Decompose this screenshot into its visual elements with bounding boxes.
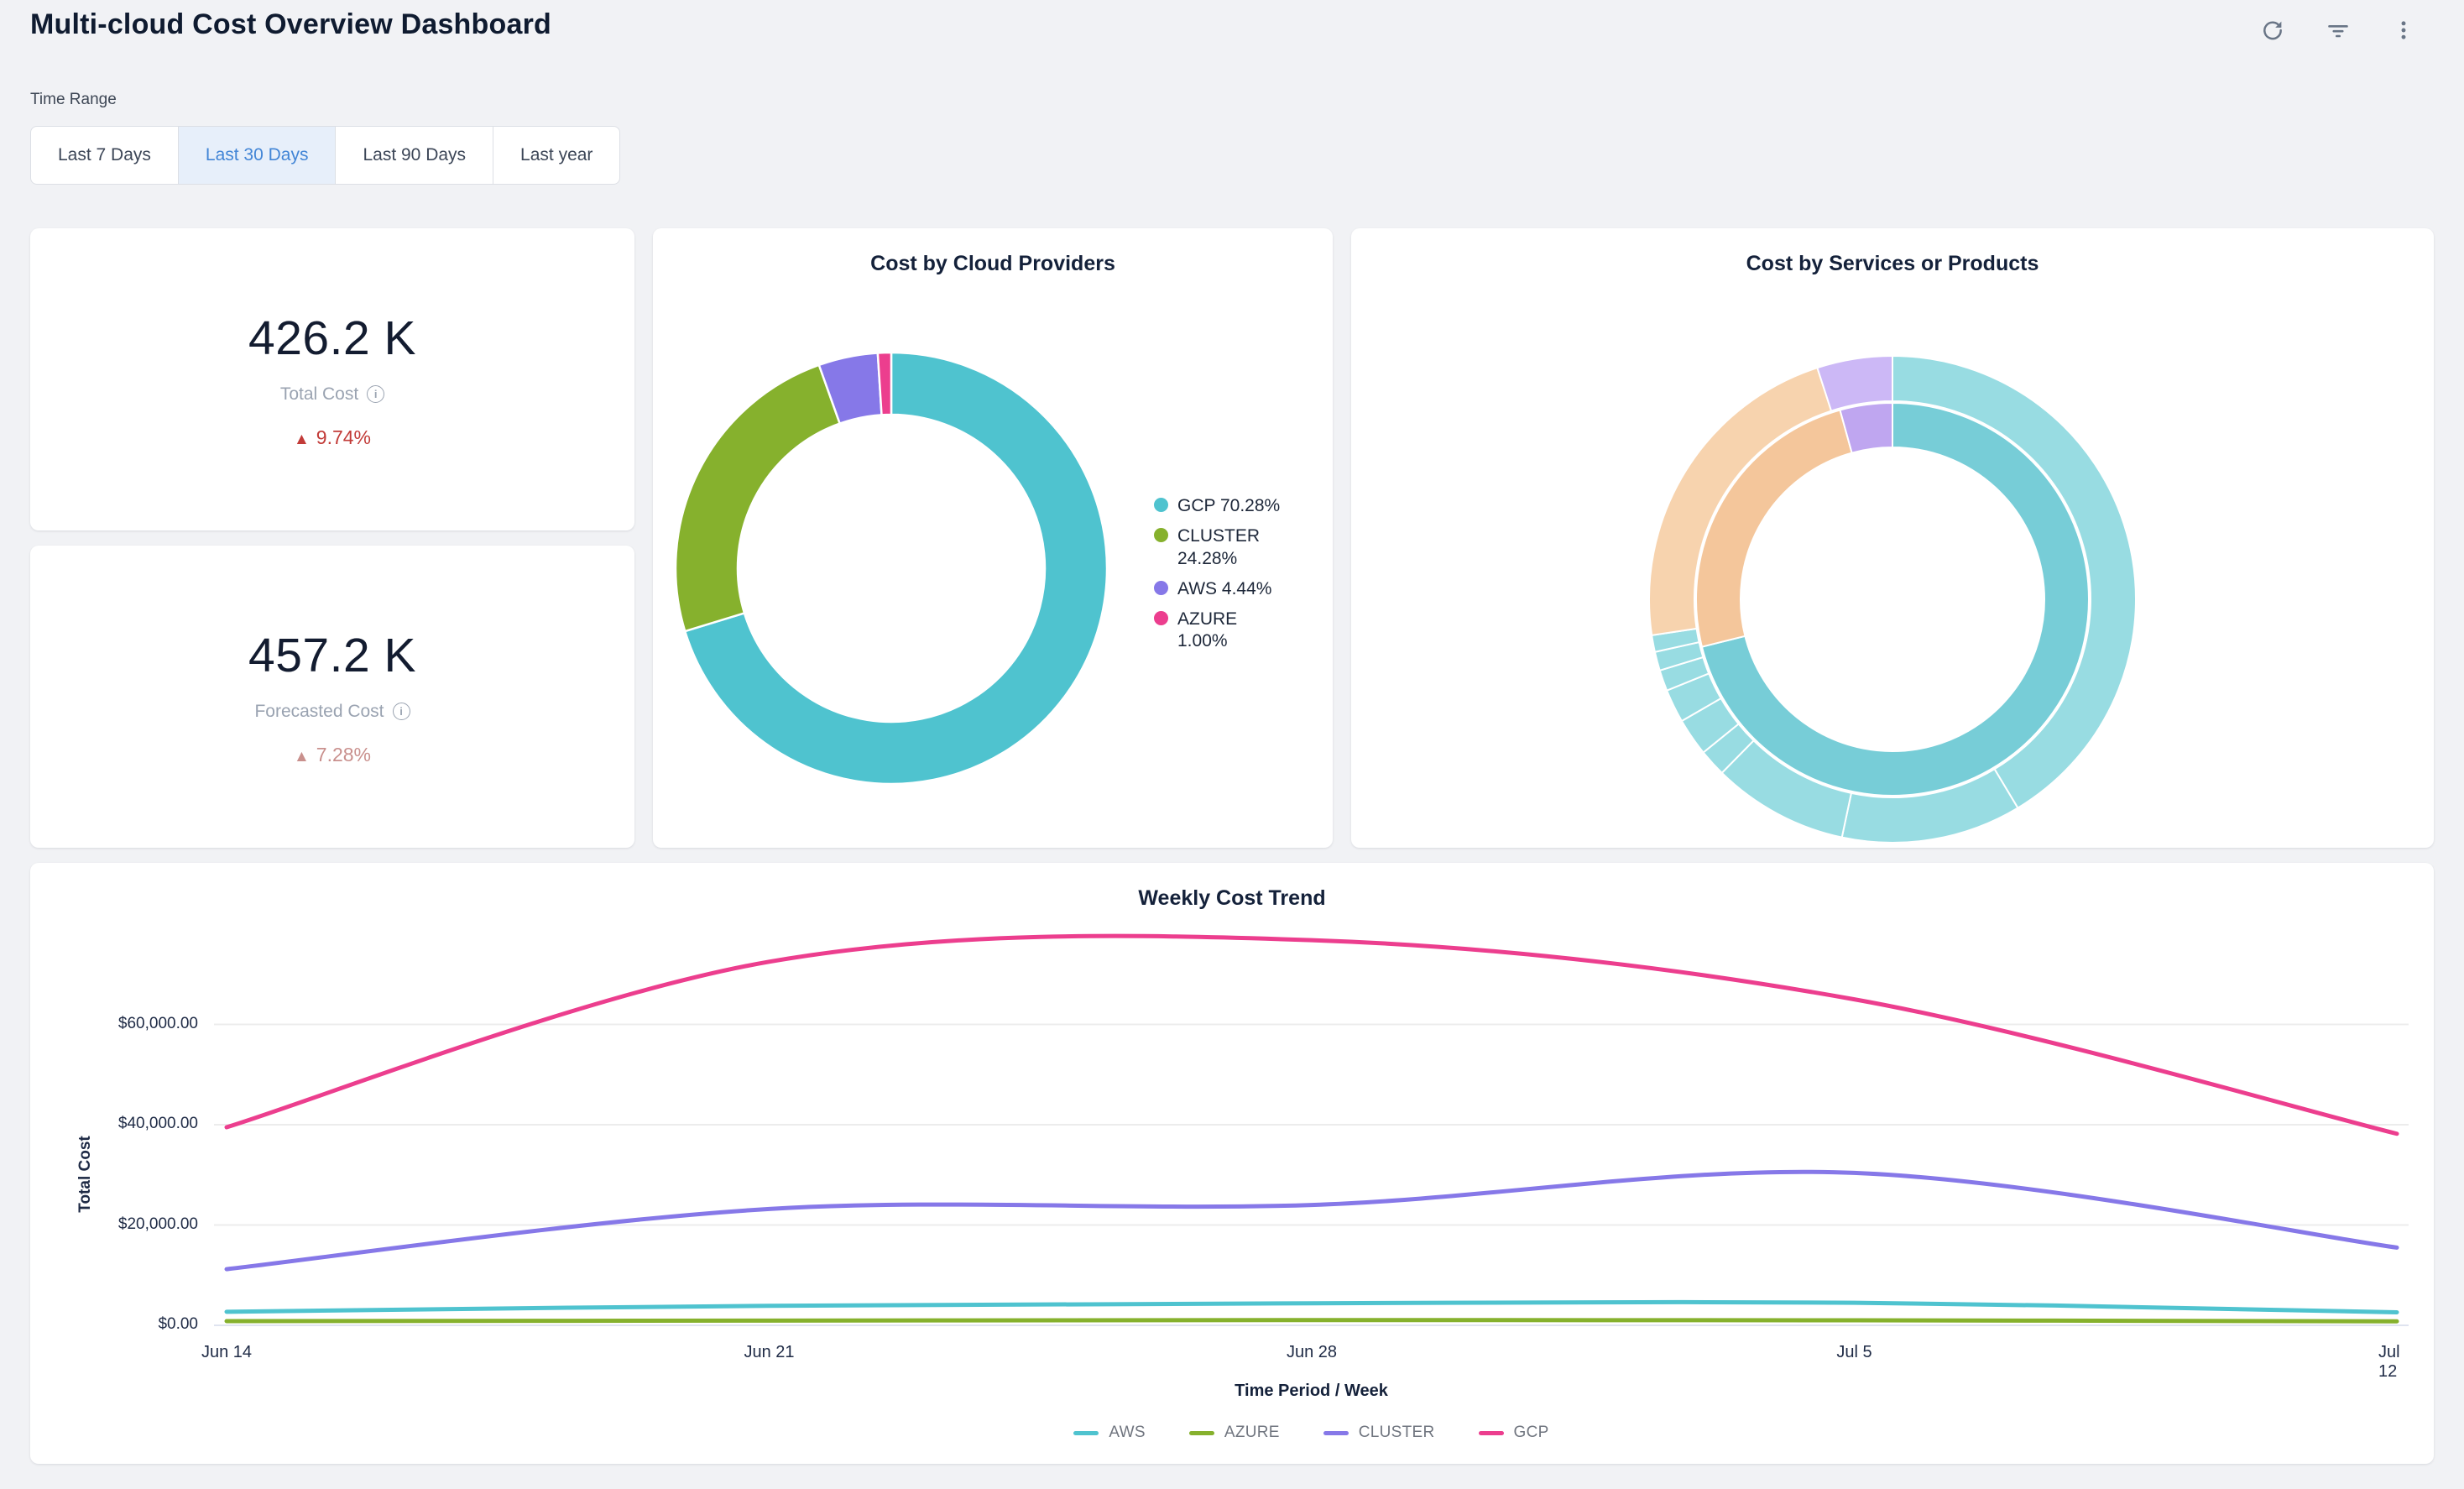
up-triangle-icon: ▲ <box>294 748 310 765</box>
info-icon[interactable]: i <box>367 385 384 403</box>
total-cost-delta-value: 9.74% <box>316 426 371 448</box>
x-tick-label: Jun 28 <box>1287 1343 1337 1362</box>
forecasted-cost-delta-value: 7.28% <box>316 744 371 765</box>
legend-label: AZURE <box>1224 1424 1280 1442</box>
trend-line-aws[interactable] <box>227 1302 2397 1312</box>
legend-dot-icon <box>1154 498 1168 512</box>
providers-donut-chart[interactable] <box>665 342 1118 799</box>
trend-plot-area[interactable] <box>214 925 2409 1345</box>
y-tick-label: $60,000.00 <box>30 1015 198 1033</box>
cost-by-providers-card: Cost by Cloud Providers GCP 70.28% CLUSTE… <box>653 228 1333 848</box>
legend-dot-icon <box>1154 528 1168 542</box>
trend-legend-item-azure[interactable]: AZURE <box>1189 1424 1280 1442</box>
time-range-button-last-year[interactable]: Last year <box>493 126 620 185</box>
donut-slice-cluster[interactable] <box>676 365 840 631</box>
forecasted-cost-label-row: Forecasted Cost i <box>254 702 410 722</box>
services-chart-title: Cost by Services or Products <box>1351 228 2434 276</box>
legend-line-icon <box>1189 1431 1214 1435</box>
kebab-menu-icon[interactable] <box>2392 18 2415 42</box>
legend-label: AWS <box>1109 1424 1145 1442</box>
cost-by-services-card: Cost by Services or Products <box>1351 228 2434 848</box>
time-range-button-last-7-days[interactable]: Last 7 Days <box>30 126 179 185</box>
legend-label: AZURE 1.00% <box>1177 609 1287 654</box>
dashboard-page: Multi-cloud Cost Overview Dashboard <box>0 0 2464 1489</box>
total-cost-card: 426.2 K Total Cost i ▲ 9.74% <box>30 228 634 530</box>
filter-icon[interactable] <box>2326 18 2350 42</box>
forecasted-cost-value: 457.2 K <box>248 628 416 683</box>
legend-item-gcp[interactable]: GCP 70.28% <box>1154 495 1287 518</box>
y-tick-label: $0.00 <box>30 1315 198 1334</box>
forecasted-cost-delta: ▲ 7.28% <box>294 744 371 766</box>
header: Multi-cloud Cost Overview Dashboard <box>30 0 2434 44</box>
time-range-label: Time Range <box>30 91 2434 109</box>
x-tick-label: Jun 21 <box>744 1343 794 1362</box>
total-cost-label: Total Cost <box>280 384 358 405</box>
y-tick-label: $40,000.00 <box>30 1115 198 1133</box>
legend-item-azure[interactable]: AZURE 1.00% <box>1154 609 1287 654</box>
total-cost-delta: ▲ 9.74% <box>294 426 371 449</box>
trend-line-azure[interactable] <box>227 1320 2397 1322</box>
trend-chart-title: Weekly Cost Trend <box>30 863 2434 911</box>
x-tick-label: Jul 5 <box>1836 1343 1871 1362</box>
legend-line-icon <box>1479 1431 1504 1435</box>
x-tick-label: Jul 12 <box>2378 1343 2415 1382</box>
weekly-trend-card: Weekly Cost Trend Total Cost $0.00$20,00… <box>30 863 2434 1464</box>
legend-label: GCP 70.28% <box>1177 495 1280 518</box>
legend-line-icon <box>1073 1431 1099 1435</box>
time-range-button-group: Last 7 DaysLast 30 DaysLast 90 DaysLast … <box>30 126 620 185</box>
legend-label: CLUSTER <box>1359 1424 1435 1442</box>
x-axis-title: Time Period / Week <box>214 1382 2409 1401</box>
trend-legend-item-cluster[interactable]: CLUSTER <box>1323 1424 1435 1442</box>
refresh-icon[interactable] <box>2261 18 2284 42</box>
legend-label: CLUSTER 24.28% <box>1177 525 1287 571</box>
trend-legend: AWS AZURE CLUSTER GCP <box>214 1424 2409 1442</box>
forecasted-cost-card: 457.2 K Forecasted Cost i ▲ 7.28% <box>30 546 634 848</box>
up-triangle-icon: ▲ <box>294 431 310 448</box>
x-tick-label: Jun 14 <box>201 1343 252 1362</box>
header-toolbar <box>2261 18 2415 42</box>
forecasted-cost-label: Forecasted Cost <box>254 702 384 722</box>
services-sunburst-chart[interactable] <box>1641 347 2144 855</box>
legend-item-cluster[interactable]: CLUSTER 24.28% <box>1154 525 1287 571</box>
total-cost-label-row: Total Cost i <box>280 384 384 405</box>
providers-legend: GCP 70.28% CLUSTER 24.28% AWS 4.44% AZURE 1… <box>1154 495 1287 661</box>
total-cost-value: 426.2 K <box>248 311 416 366</box>
top-row: 426.2 K Total Cost i ▲ 9.74% 457.2 K Fore… <box>30 228 2434 848</box>
trend-legend-item-aws[interactable]: AWS <box>1073 1424 1145 1442</box>
page-title: Multi-cloud Cost Overview Dashboard <box>30 8 2434 41</box>
kpi-column: 426.2 K Total Cost i ▲ 9.74% 457.2 K Fore… <box>30 228 634 848</box>
providers-chart-title: Cost by Cloud Providers <box>653 228 1333 276</box>
trend-line-cluster[interactable] <box>227 1172 2397 1269</box>
legend-line-icon <box>1323 1431 1349 1435</box>
legend-label: GCP <box>1514 1424 1549 1442</box>
trend-line-gcp[interactable] <box>227 936 2397 1134</box>
legend-item-aws[interactable]: AWS 4.44% <box>1154 578 1287 601</box>
legend-dot-icon <box>1154 581 1168 595</box>
y-tick-label: $20,000.00 <box>30 1215 198 1234</box>
time-range-button-last-30-days[interactable]: Last 30 Days <box>178 126 337 185</box>
trend-legend-item-gcp[interactable]: GCP <box>1479 1424 1549 1442</box>
legend-label: AWS 4.44% <box>1177 578 1271 601</box>
legend-dot-icon <box>1154 611 1168 625</box>
time-range-button-last-90-days[interactable]: Last 90 Days <box>335 126 493 185</box>
info-icon[interactable]: i <box>393 703 410 720</box>
